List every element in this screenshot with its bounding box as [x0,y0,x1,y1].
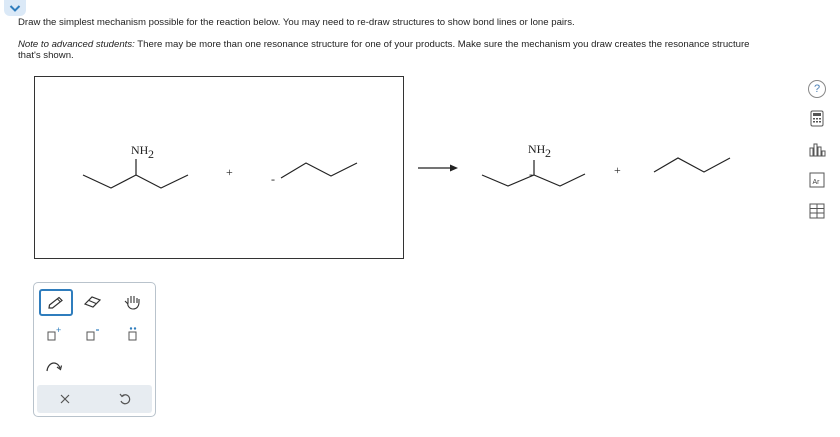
note-prefix: Note to advanced students: [18,39,135,50]
svg-text:Ar: Ar [813,179,821,186]
question-note: Note to advanced students: There may be … [18,39,758,61]
periodic-table-button[interactable]: Ar [804,169,830,191]
reactant-carbanion [280,162,358,179]
plus-sign-2: + [614,163,621,177]
calculator-icon [810,110,824,126]
bar-chart-button[interactable] [804,138,830,160]
clear-button[interactable] [50,387,80,411]
product-alkene [653,157,731,173]
question-instruction: Draw the simplest mechanism possible for… [18,17,575,28]
undo-button[interactable] [110,387,140,411]
products-area: - NH 2 + [410,120,750,200]
eraser-icon [83,296,102,308]
curved-arrow-icon [46,362,63,372]
add-lone-pair-tool[interactable] [118,321,148,347]
products-drawing: - NH 2 + [418,142,731,187]
hand-tool[interactable] [118,289,148,315]
curved-arrow-tool[interactable] [39,353,69,379]
add-positive-charge-tool[interactable]: + [39,321,69,347]
data-table-icon [809,203,825,219]
periodic-table-icon: Ar [809,172,825,188]
help-icon: ? [808,80,826,98]
product-charge: - [529,167,533,181]
reactants-drawing: NH 2 + - [82,143,358,189]
data-table-button[interactable] [804,200,830,222]
product-amine [481,160,586,187]
add-positive-charge-icon: + [47,325,61,341]
drawing-canvas[interactable]: NH 2 + - [34,76,404,259]
add-lone-pair-icon [128,327,137,341]
reactant-amine [82,159,189,189]
product-nh-subscript: 2 [545,146,551,160]
hand-icon [124,296,140,310]
add-negative-charge-icon [86,329,99,341]
pencil-icon [48,296,63,309]
collapse-button[interactable] [4,0,26,16]
plus-sign-1: + [226,165,233,179]
pencil-tool[interactable] [39,289,73,316]
add-negative-charge-tool[interactable] [78,321,108,347]
svg-text:+: + [56,325,61,335]
drawing-toolbox: + [33,282,156,417]
bar-chart-icon [809,143,826,157]
clear-icon [60,394,70,404]
product-nh-label: NH [528,142,546,156]
chevron-down-icon [9,4,21,12]
reactant-nh-subscript: 2 [148,147,154,161]
eraser-tool[interactable] [78,289,108,315]
undo-icon [119,393,131,405]
reactant-nh-label: NH [131,143,149,157]
reactant-charge: - [271,172,275,186]
calculator-button[interactable] [804,107,830,129]
help-button[interactable]: ? [804,78,830,100]
reaction-arrow [418,164,458,172]
